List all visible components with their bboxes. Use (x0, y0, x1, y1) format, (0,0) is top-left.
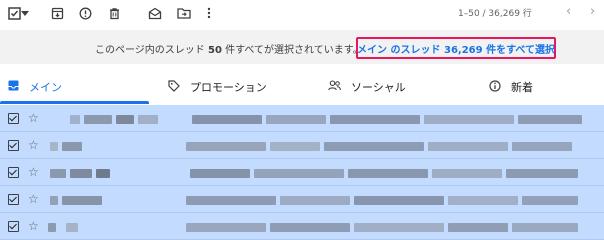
star-icon[interactable]: ☆ (28, 165, 39, 179)
people-icon (328, 80, 341, 94)
tab-label: ソーシャル (351, 81, 406, 94)
toolbar: 1–50 / 36,269 行 ‹ › (0, 0, 604, 28)
star-icon[interactable]: ☆ (28, 192, 39, 206)
tab-label: プロモーション (190, 81, 267, 94)
move-to-icon[interactable] (176, 5, 192, 21)
delete-icon[interactable] (106, 5, 122, 21)
row-checkbox[interactable] (8, 167, 19, 178)
selection-message: このページ内のスレッド 50 件すべてが選択されています。 (95, 41, 363, 56)
selection-message-suffix: 件すべてが選択されています。 (225, 45, 363, 56)
row-checkbox[interactable] (8, 113, 19, 124)
tag-icon (168, 79, 180, 95)
tab-label: 新着 (511, 81, 533, 94)
table-row[interactable]: ☆ (0, 159, 604, 186)
star-icon[interactable]: ☆ (28, 138, 39, 152)
more-icon[interactable] (204, 5, 214, 21)
table-row[interactable]: ☆ (0, 213, 604, 240)
table-row[interactable]: ☆ (0, 132, 604, 159)
select-all-conversations-link[interactable]: メイン のスレッド 36,269 件をすべて選択 (356, 37, 556, 59)
tab-label: メイン (29, 81, 62, 94)
tab-promotions[interactable]: プロモーション (168, 70, 267, 104)
selected-count: 50 (208, 45, 222, 56)
tab-social[interactable]: ソーシャル (328, 70, 406, 104)
older-page-button[interactable]: › (590, 4, 595, 19)
info-icon (489, 79, 501, 95)
tab-primary[interactable]: メイン (8, 70, 62, 104)
newer-page-button[interactable]: ‹ (566, 4, 571, 19)
mark-unread-icon[interactable] (147, 5, 163, 21)
star-icon[interactable]: ☆ (28, 219, 39, 233)
active-tab-indicator (0, 101, 149, 104)
pagination-count: 1–50 / 36,269 行 (458, 9, 532, 19)
archive-icon[interactable] (49, 5, 65, 21)
tab-updates[interactable]: 新着 (489, 70, 533, 104)
report-spam-icon[interactable] (77, 5, 93, 21)
selection-message-prefix: このページ内のスレッド (95, 45, 205, 56)
table-row[interactable]: ☆ (0, 105, 604, 132)
table-row[interactable]: ☆ (0, 186, 604, 213)
row-checkbox[interactable] (8, 140, 19, 151)
message-list: ☆ ☆ ☆ ☆ ☆ (0, 105, 604, 240)
category-tabs: メイン プロモーション ソーシャル 新着 (0, 70, 604, 104)
row-checkbox[interactable] (8, 194, 19, 205)
inbox-icon (8, 80, 19, 94)
star-icon[interactable]: ☆ (28, 111, 39, 125)
row-checkbox[interactable] (8, 221, 19, 232)
dropdown-icon[interactable] (20, 5, 30, 21)
